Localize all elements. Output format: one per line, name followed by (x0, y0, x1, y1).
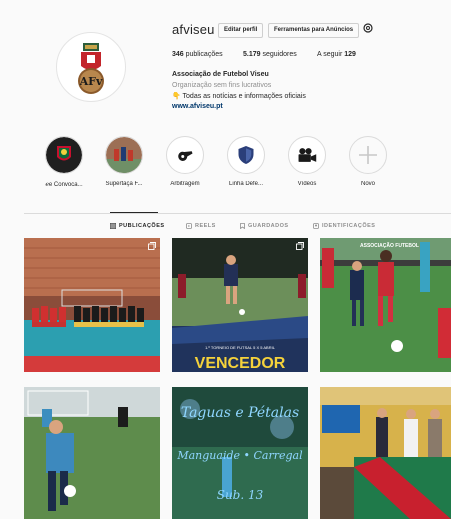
shield-icon (227, 136, 265, 174)
post-subtitle: 1.º TORNEIO DE FUTSAL 5 X 5 ABRIL (205, 345, 276, 350)
post-title-line3: Sub. 13 (217, 488, 264, 502)
af-viseu-logo-icon: AFv (63, 39, 119, 95)
bookmark-icon (240, 223, 245, 229)
highlight-supertaca[interactable]: Supertaça F... (97, 136, 151, 187)
edit-profile-button[interactable]: Editar perfil (218, 23, 264, 38)
profile-avatar[interactable]: AFv (56, 32, 126, 102)
post-trigueiras[interactable]: Taguas e Pétalas Manguaide • Carregal Su… (172, 387, 308, 519)
post-title-line2: Manguaide • Carregal (176, 449, 303, 462)
settings-gear-icon[interactable] (362, 22, 374, 34)
video-camera-icon (288, 136, 326, 174)
svg-text:AFv: AFv (79, 75, 103, 88)
post-ceremony[interactable] (320, 387, 451, 519)
reels-icon (186, 223, 192, 229)
grid-icon (110, 223, 116, 229)
bio-name: Associação de Futebol Viseu (172, 71, 269, 78)
highlight-label: Linha Defe... (228, 181, 264, 187)
bio-website-link[interactable]: www.afviseu.pt (172, 103, 223, 110)
profile-username: afviseu (172, 22, 215, 37)
post-header-text: ASSOCIAÇÃO FUTEBOL (360, 242, 419, 249)
whistle-icon (166, 136, 204, 174)
bio-text: 👇 Todas as notícias e informações oficia… (172, 93, 306, 100)
post-team-photo[interactable] (24, 238, 160, 372)
tabs-divider (24, 213, 451, 214)
highlight-arbitragem[interactable]: Arbitragem (158, 136, 212, 187)
highlight-label: Novo (360, 181, 375, 187)
carousel-icon (296, 242, 304, 250)
highlight-convocatorias[interactable]: ℯe Convoca... (37, 136, 91, 188)
active-tab-indicator (110, 212, 158, 213)
team-photo-icon (105, 136, 143, 174)
highlight-label: Arbitragem (170, 181, 200, 187)
plus-icon (349, 136, 387, 174)
ad-tools-button[interactable]: Ferramentas para Anúncios (268, 23, 360, 38)
highlight-new[interactable]: Novo (341, 136, 395, 187)
post-match-action[interactable]: ASSOCIAÇÃO FUTEBOL (320, 238, 451, 372)
carousel-icon (148, 242, 156, 250)
bio-category: Organização sem fins lucrativos (172, 82, 272, 89)
post-vencedor[interactable]: 1.º TORNEIO DE FUTSAL 5 X 5 ABRIL VENCED… (172, 238, 308, 372)
highlight-label: ℯe Convoca... (45, 182, 83, 188)
tab-identificacoes[interactable]: IDENTIFICAÇÕES (313, 223, 375, 229)
highlight-linha-defesa[interactable]: Linha Defe... (219, 136, 273, 187)
stat-posts: 346 publicações (172, 51, 223, 58)
highlight-label: Vídeos (297, 181, 317, 187)
tab-publicacoes[interactable]: PUBLICAÇÕES (110, 223, 165, 229)
highlight-label: Supertaça F... (105, 181, 143, 187)
stat-followers[interactable]: 5.179 seguidores (243, 51, 297, 58)
tagged-icon (313, 223, 319, 229)
tab-guardados[interactable]: GUARDADOS (240, 223, 289, 229)
post-title-line1: Taguas e Pétalas (181, 405, 299, 421)
post-goalkeeper[interactable] (24, 387, 160, 519)
highlight-videos[interactable]: Vídeos (280, 136, 334, 187)
portugal-federation-icon (45, 136, 83, 174)
post-banner-text: VENCEDOR (195, 355, 286, 372)
tab-reels[interactable]: REELS (186, 223, 216, 229)
stat-following[interactable]: A seguir 129 (317, 51, 356, 58)
